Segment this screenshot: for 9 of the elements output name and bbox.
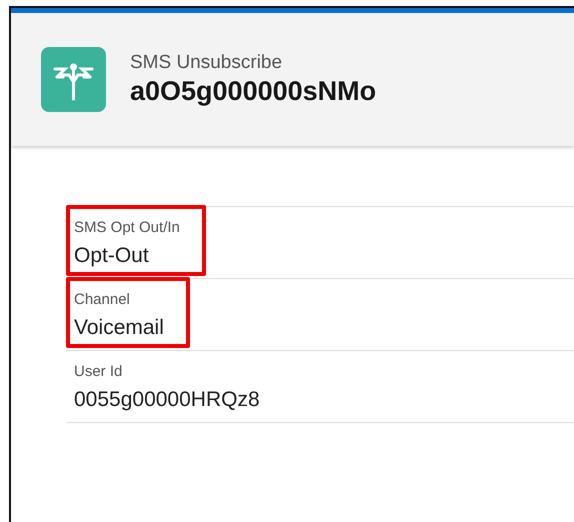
field-value: Opt-Out — [74, 244, 150, 268]
field-label: SMS Opt Out/In — [74, 219, 180, 236]
field-value: 0055g00000HRQz8 — [74, 388, 260, 412]
field-value: Voicemail — [74, 316, 164, 340]
object-type-label: SMS Unsubscribe — [130, 52, 284, 74]
field-label: Channel — [74, 291, 131, 308]
record-title: a0O5g000000sNMo — [130, 76, 376, 107]
record-icon — [41, 47, 106, 112]
field-label: User Id — [74, 363, 124, 380]
